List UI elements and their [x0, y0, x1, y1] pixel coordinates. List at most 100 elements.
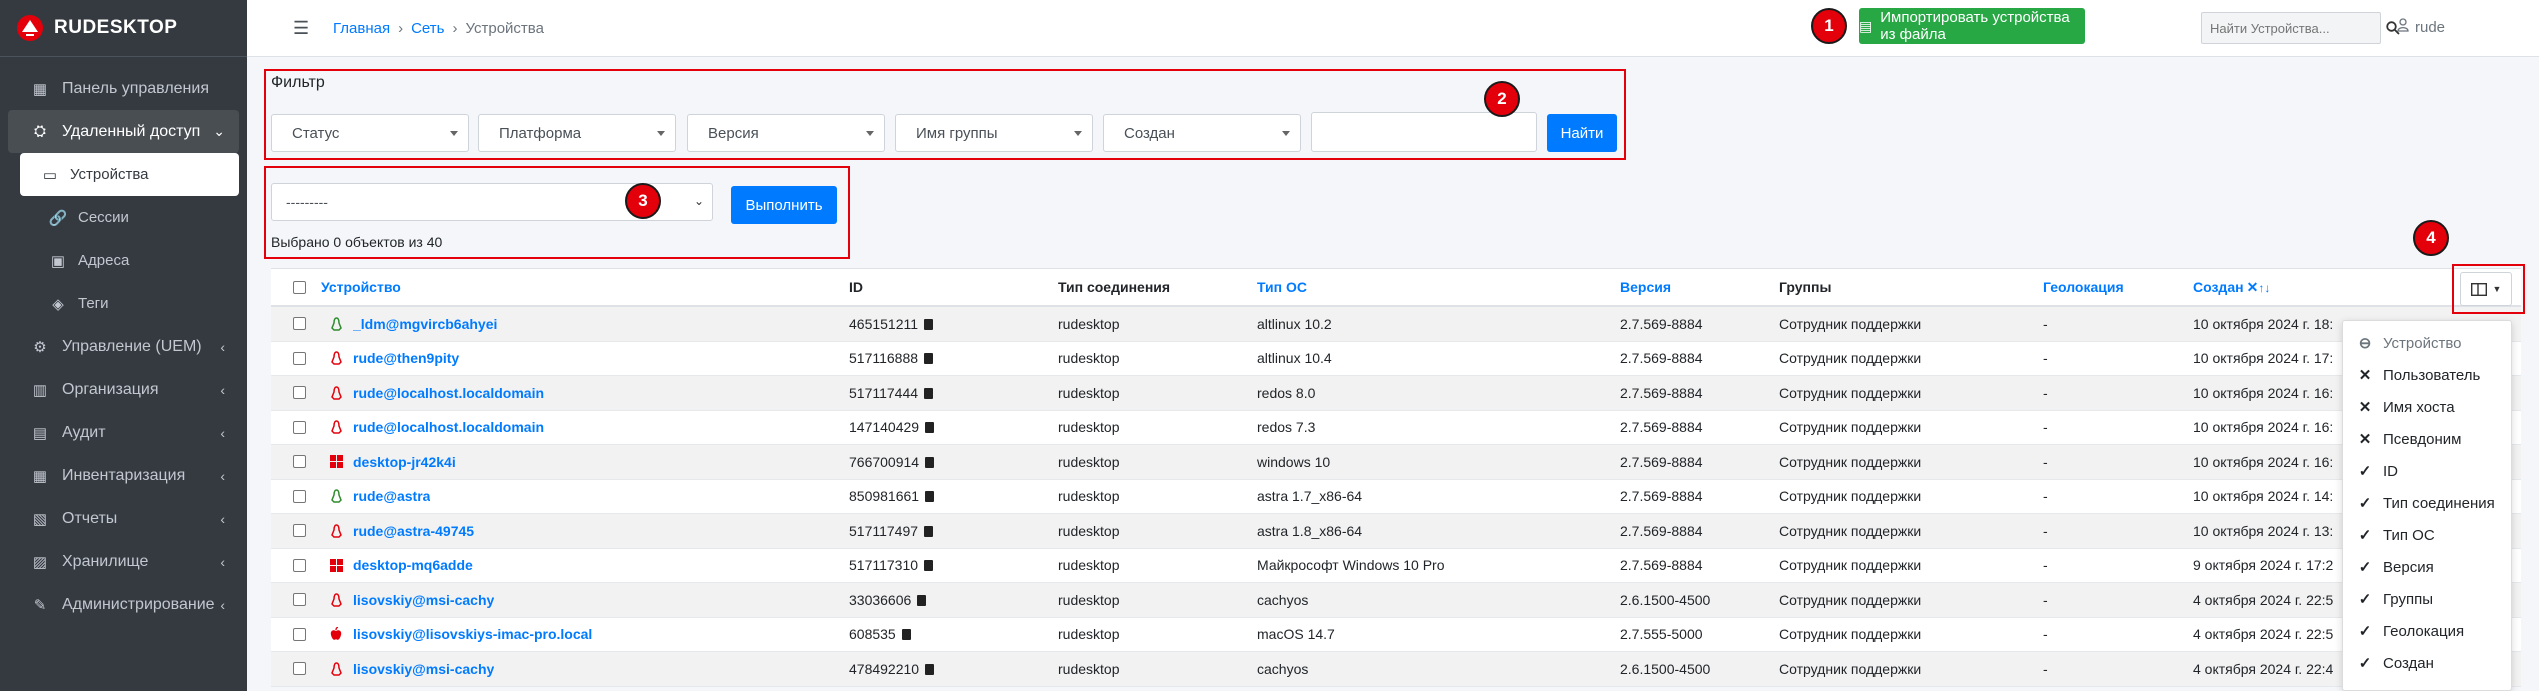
os-type: astra 1.7_x86-64: [1257, 488, 1363, 505]
clipboard-icon[interactable]: [924, 525, 934, 537]
device-link[interactable]: _ldm@mgvircb6ahyei: [353, 316, 497, 332]
user-menu[interactable]: rude: [2397, 18, 2445, 36]
groups: Сотрудник поддержки: [1779, 350, 1922, 367]
geolocation: -: [2043, 557, 2048, 574]
clipboard-icon[interactable]: [925, 491, 935, 503]
column-header-geolocation[interactable]: Геолокация: [2043, 279, 2124, 295]
brand-logo-icon: [17, 15, 43, 41]
device-link[interactable]: desktop-jr42k4i: [353, 454, 456, 470]
menu-toggle-icon[interactable]: ☰: [293, 18, 309, 39]
row-checkbox[interactable]: [293, 662, 306, 675]
breadcrumb-network[interactable]: Сеть: [411, 20, 444, 37]
clipboard-icon[interactable]: [917, 594, 927, 606]
device-link[interactable]: lisovskiy@msi-cachy: [353, 592, 494, 608]
sidebar-item-12[interactable]: ✎ Администрирование ‹: [8, 583, 239, 626]
device-link[interactable]: rude@localhost.localdomain: [353, 419, 544, 435]
sidebar-item-2[interactable]: ▭ Устройства: [20, 153, 239, 196]
device-link[interactable]: rude@astra: [353, 488, 430, 504]
connection-type: rudesktop: [1058, 591, 1120, 608]
column-toggle-item[interactable]: ✓ Создан: [2343, 647, 2511, 679]
import-devices-button[interactable]: ▤ Импортировать устройства из файла: [1859, 8, 2085, 44]
sidebar-item-4[interactable]: ▣ Адреса: [8, 239, 239, 282]
table-row: lisovskiy@msi-cachy 478492210 rudesktop cac…: [271, 652, 2521, 687]
clear-sort-icon[interactable]: ✕: [2247, 279, 2259, 295]
column-toggle-item[interactable]: ✓ Тип соединения: [2343, 487, 2511, 519]
column-toggle-item[interactable]: ✕ Пользователь: [2343, 359, 2511, 391]
sidebar-item-5[interactable]: ◈ Теги: [8, 282, 239, 325]
row-checkbox[interactable]: [293, 455, 306, 468]
clipboard-icon[interactable]: [925, 663, 935, 675]
groups: Сотрудник поддержки: [1779, 488, 1922, 505]
row-checkbox[interactable]: [293, 627, 306, 641]
column-toggle-item[interactable]: ✕ Псевдоним: [2343, 423, 2511, 455]
sidebar-item-10[interactable]: ▧ Отчеты ‹: [8, 497, 239, 540]
chevron-left-icon: ‹: [220, 596, 225, 613]
clipboard-icon[interactable]: [925, 456, 935, 468]
clipboard-icon[interactable]: [925, 422, 935, 434]
search-box: [2201, 12, 2400, 44]
column-toggle-item[interactable]: ✓ ID: [2343, 455, 2511, 487]
row-checkbox[interactable]: [293, 386, 306, 399]
table-row: desktop-mq6adde 517117310 rudesktop Майкрос…: [271, 549, 2521, 583]
sidebar-item-8[interactable]: ▤ Аудит ‹: [8, 411, 239, 454]
sidebar-item-0[interactable]: ▦ Панель управления: [8, 67, 239, 110]
column-toggle-item[interactable]: ✓ Геолокация: [2343, 615, 2511, 647]
groups: Сотрудник поддержки: [1779, 557, 1922, 574]
device-link[interactable]: rude@localhost.localdomain: [353, 385, 544, 401]
column-header-connection: Тип соединения: [1058, 279, 1171, 295]
column-toggle-item[interactable]: ✓ Группы: [2343, 583, 2511, 615]
clipboard-icon[interactable]: [924, 318, 934, 330]
clipboard-icon[interactable]: [924, 387, 934, 399]
column-header-os[interactable]: Тип ОС: [1257, 279, 1307, 295]
version: 2.6.1500-4500: [1620, 660, 1711, 677]
row-checkbox[interactable]: [293, 593, 306, 606]
row-checkbox[interactable]: [293, 351, 306, 365]
column-header-device[interactable]: Устройство: [321, 279, 401, 295]
clipboard-icon[interactable]: [901, 629, 911, 641]
device-id-cell: 850981661: [849, 488, 935, 504]
brand[interactable]: RUDESKTOP: [0, 0, 247, 57]
row-checkbox[interactable]: [293, 558, 306, 572]
sidebar-item-7[interactable]: ▥ Организация ‹: [8, 368, 239, 411]
row-checkbox[interactable]: [293, 420, 306, 434]
sidebar-item-1[interactable]: ⛭ Удаленный доступ ⌄: [8, 110, 239, 153]
clipboard-icon[interactable]: [924, 353, 934, 365]
search-input[interactable]: [2202, 20, 2386, 36]
version: 2.7.569-8884: [1620, 350, 1703, 367]
select-all-checkbox[interactable]: [293, 281, 306, 294]
version: 2.7.569-8884: [1620, 522, 1703, 539]
sidebar-item-label: Сессии: [78, 209, 129, 226]
dashboard-icon: ▦: [32, 80, 48, 98]
column-toggle-item[interactable]: ✓ Тип ОС: [2343, 519, 2511, 551]
device-link[interactable]: lisovskiy@lisovskiys-imac-pro.local: [353, 626, 592, 642]
sidebar-item-3[interactable]: 🔗 Сессии: [8, 196, 239, 239]
device-link[interactable]: lisovskiy@msi-cachy: [353, 661, 494, 677]
clipboard-icon[interactable]: [924, 560, 934, 572]
storage-icon: ▨: [32, 553, 48, 571]
column-toggle-item[interactable]: ✓ Версия: [2343, 551, 2511, 583]
row-checkbox[interactable]: [293, 524, 306, 537]
row-checkbox[interactable]: [293, 317, 306, 330]
column-header-created[interactable]: Создан ✕↑↓: [2193, 279, 2270, 296]
sort-icon[interactable]: ↑↓: [2258, 281, 2270, 295]
address-book-icon: ▣: [50, 252, 66, 270]
sidebar-item-label: Администрирование: [62, 595, 215, 613]
connection-type: rudesktop: [1058, 384, 1120, 401]
breadcrumb-separator: ›: [398, 19, 404, 37]
geolocation: -: [2043, 350, 2048, 367]
column-toggle-item[interactable]: ✕ Имя хоста: [2343, 391, 2511, 423]
device-link[interactable]: rude@then9pity: [353, 350, 459, 366]
import-devices-label: Импортировать устройства из файла: [1880, 9, 2070, 43]
sidebar-item-label: Отчеты: [62, 509, 118, 527]
sidebar-item-6[interactable]: ⚙ Управление (UEM) ‹: [8, 325, 239, 368]
sidebar-item-9[interactable]: ▦ Инвентаризация ‹: [8, 454, 239, 497]
row-checkbox[interactable]: [293, 489, 306, 503]
chevron-left-icon: ‹: [220, 467, 225, 484]
device-link[interactable]: rude@astra-49745: [353, 523, 474, 539]
device-link[interactable]: desktop-mq6adde: [353, 557, 473, 573]
sidebar-item-11[interactable]: ▨ Хранилище ‹: [8, 540, 239, 583]
column-header-version[interactable]: Версия: [1620, 279, 1671, 295]
breadcrumb-home[interactable]: Главная: [333, 20, 390, 37]
check-icon: ✓: [2358, 527, 2372, 544]
organization-icon: ▥: [32, 381, 48, 399]
